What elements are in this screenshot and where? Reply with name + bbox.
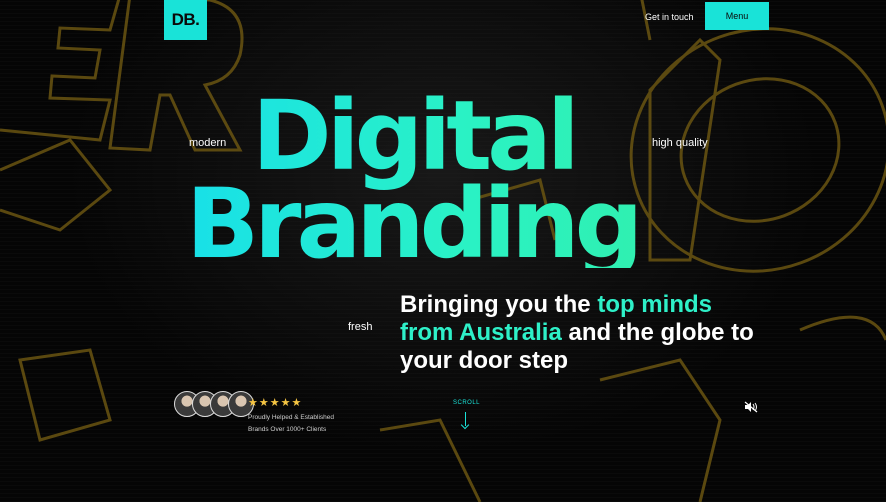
speaker-muted-icon[interactable]: [744, 401, 758, 413]
hero-title-line2: Branding: [186, 168, 639, 280]
menu-button[interactable]: Menu: [705, 2, 769, 30]
tagline-part1: Bringing you the: [400, 291, 598, 318]
side-word-high-quality: high quality: [652, 137, 708, 149]
social-proof-text: Proudly Helped & Established Brands Over…: [248, 412, 334, 436]
get-in-touch-link[interactable]: Get in touch: [645, 12, 694, 22]
client-avatars: [174, 391, 254, 417]
social-proof-line1: Proudly Helped & Established: [248, 414, 334, 421]
hero-title-line1: Digital: [252, 80, 575, 192]
social-proof-line2: Brands Over 1000+ Clients: [248, 426, 327, 433]
logo[interactable]: DB.: [164, 0, 207, 40]
scroll-indicator-label[interactable]: SCROLL: [453, 400, 480, 406]
side-word-fresh: fresh: [348, 321, 373, 333]
hero-tagline: Bringing you the top minds from Australi…: [400, 291, 760, 375]
rating-stars-icon: ★★★★★: [248, 396, 303, 409]
hero-title: Digital Branding: [186, 92, 646, 268]
